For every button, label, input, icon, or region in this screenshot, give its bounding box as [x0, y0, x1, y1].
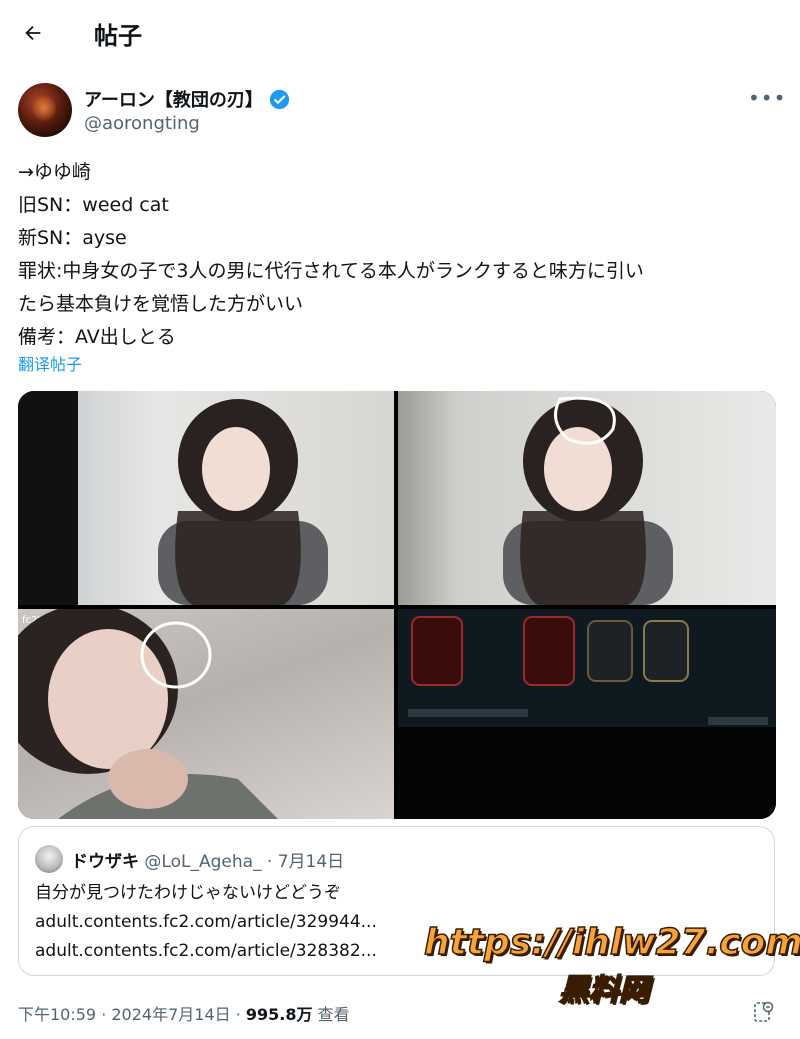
author-avatar[interactable] — [18, 83, 72, 137]
post-image-3[interactable]: fc2tube.com — [18, 604, 394, 819]
post-line: →ゆゆ崎 — [18, 161, 91, 183]
quoted-link: adult.contents.fc2.com/article/329944... — [35, 912, 377, 932]
watermark-site-name: 黑料网 — [558, 972, 650, 1009]
site-watermark: https://ihlw27.com 黑料网 — [423, 921, 800, 1009]
verified-badge-icon — [269, 89, 290, 109]
post-line: 旧SN：weed cat — [18, 194, 169, 216]
author-name[interactable]: アーロン【教団の刃】 — [84, 86, 263, 112]
post-image-1[interactable] — [18, 391, 394, 605]
post-metadata: 下午10:59 · 2024年7月14日 · 995.8万 查看 — [18, 1001, 350, 1025]
quoted-link: adult.contents.fc2.com/article/328382... — [35, 941, 377, 961]
quoted-line: 自分が見つけたわけじゃないけどどうぞ — [35, 883, 341, 903]
author-handle[interactable]: @aorongting — [84, 113, 200, 134]
quoted-author-avatar — [35, 845, 63, 873]
views-label: 查看 — [312, 1005, 350, 1024]
quoted-text: 自分が見つけたわけじゃないけどどうぞ adult.contents.fc2.co… — [35, 879, 377, 966]
page-title: 帖子 — [94, 22, 142, 50]
quoted-author-name: ドウザキ — [71, 852, 139, 872]
top-bar: 帖子 — [0, 0, 800, 66]
post-image-2[interactable] — [398, 391, 776, 605]
more-options-icon[interactable]: ••• — [748, 86, 785, 110]
watermark-url: https://ihlw27.com — [423, 921, 800, 964]
media-grid: fc2tube.com — [18, 391, 776, 819]
post-line: 罪状:中身女の子で3人の男に代行されてる本人がランクすると味方に引い — [18, 260, 644, 282]
view-count: 995.8万 — [245, 1005, 313, 1024]
back-arrow-icon[interactable] — [18, 18, 48, 48]
post-timestamp[interactable]: 下午10:59 · 2024年7月14日 · — [18, 1005, 246, 1024]
quoted-author-meta: @LoL_Ageha_ · 7月14日 — [144, 852, 345, 872]
post-line: 備考：AV出しとる — [18, 326, 176, 348]
author-name-row[interactable]: アーロン【教団の刃】 — [84, 86, 290, 112]
translate-post-link[interactable]: 翻译帖子 — [18, 351, 82, 375]
post-text: →ゆゆ崎 旧SN：weed cat 新SN：ayse 罪状:中身女の子で3人の男… — [18, 156, 788, 354]
post-image-4[interactable] — [398, 609, 776, 819]
quoted-header: ドウザキ @LoL_Ageha_ · 7月14日 — [71, 847, 344, 872]
post-line: 新SN：ayse — [18, 227, 127, 249]
post-line: たら基本負けを覚悟した方がいい — [18, 293, 304, 315]
